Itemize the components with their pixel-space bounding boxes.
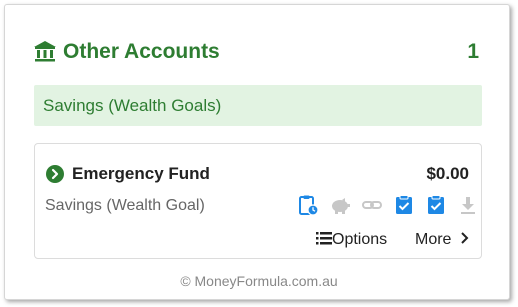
more-label: More (415, 231, 452, 248)
other-accounts-panel: Other Accounts 1 Savings (Wealth Goals) … (4, 4, 510, 300)
options-label: Options (332, 231, 388, 248)
options-button[interactable]: Options (316, 228, 387, 252)
section-title: Other Accounts (63, 40, 220, 63)
account-type: Savings (Wealth Goal) (45, 197, 205, 214)
account-name[interactable]: Emergency Fund (72, 163, 210, 185)
account-balance: $0.00 (426, 164, 469, 183)
chevron-right-icon (461, 232, 469, 244)
more-button[interactable]: More (415, 228, 469, 252)
category-row[interactable]: Savings (Wealth Goals) (34, 85, 482, 126)
section-header: Other Accounts 1 (33, 37, 479, 67)
clipboard-check-icon[interactable] (393, 194, 415, 216)
account-card: Emergency Fund $0.00 Savings (Wealth Goa… (34, 143, 482, 259)
list-icon (316, 232, 332, 245)
piggy-bank-icon[interactable] (329, 194, 351, 216)
account-count: 1 (467, 40, 479, 63)
clipboard-check-icon[interactable] (425, 194, 447, 216)
expand-chevron-icon[interactable] (46, 165, 64, 183)
download-icon[interactable] (457, 194, 479, 216)
copyright-footer: © MoneyFormula.com.au (180, 273, 338, 289)
clipboard-clock-icon[interactable] (297, 194, 319, 216)
bank-icon (33, 39, 57, 63)
link-icon[interactable] (361, 194, 383, 216)
